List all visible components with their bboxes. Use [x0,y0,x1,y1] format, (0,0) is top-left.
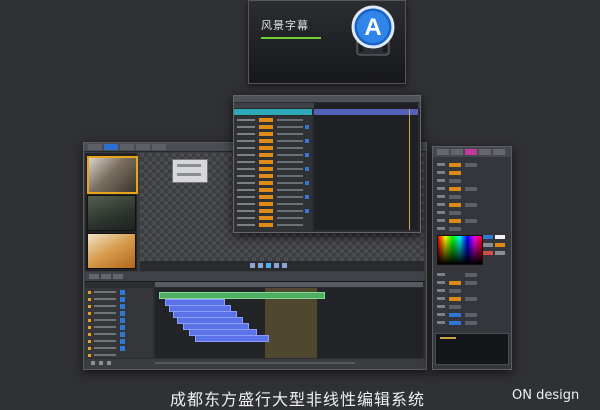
track-header[interactable] [88,290,150,295]
timeline-footer [85,359,425,367]
property-field[interactable] [435,313,507,317]
property-row[interactable] [237,153,309,157]
text-input-area[interactable] [435,333,509,365]
track-header[interactable] [88,311,150,316]
tab-5[interactable] [152,144,166,150]
tab-3[interactable] [120,144,134,150]
props-tab-5[interactable] [493,149,505,155]
stop-icon[interactable] [258,263,263,268]
property-row[interactable] [237,125,309,129]
properties-tabs [433,147,511,157]
props-tab-2[interactable] [451,149,463,155]
clip-thumbnail-list [85,153,138,271]
timeline-ruler[interactable] [155,282,423,287]
property-row[interactable] [237,167,309,171]
property-field[interactable] [435,211,507,215]
track-header[interactable] [88,332,150,337]
property-field[interactable] [435,179,507,183]
dialog-title-bar[interactable] [234,96,420,102]
color-swatch[interactable] [483,235,493,239]
timeline-toolbar [85,272,425,282]
svg-text:A: A [364,14,381,41]
rewind-icon[interactable] [250,263,255,268]
play-icon[interactable] [266,263,271,268]
brand-watermark: ON design [512,388,580,403]
timeline-clip[interactable] [159,292,325,299]
property-row[interactable] [237,202,309,206]
props-tab-1[interactable] [437,149,449,155]
property-row[interactable] [237,195,309,199]
splash-title: 风景字幕 [261,19,309,32]
splash-progress-bar [261,37,321,39]
selected-property-row[interactable] [234,109,312,115]
track-header[interactable] [88,297,150,302]
property-row[interactable] [237,139,309,143]
property-row[interactable] [237,174,309,178]
color-swatch[interactable] [483,243,493,247]
keyframe-area[interactable] [314,103,418,230]
thumbnail-1[interactable] [87,156,138,194]
property-field[interactable] [435,321,507,325]
splash-window: 风景字幕 A [248,0,406,84]
selected-keyframe-row[interactable] [314,109,418,115]
property-field[interactable] [435,273,507,277]
property-row[interactable] [237,146,309,150]
property-list [234,116,312,232]
track-header[interactable] [88,318,150,323]
props-tab-3[interactable] [465,149,477,155]
timeline-clip[interactable] [195,335,269,342]
color-swatch[interactable] [495,243,505,247]
property-row[interactable] [237,209,309,213]
property-field[interactable] [435,281,507,285]
property-row[interactable] [237,132,309,136]
properties-lower-section [435,269,509,329]
props-tab-4[interactable] [479,149,491,155]
color-swatch[interactable] [495,235,505,239]
tab-1[interactable] [88,144,102,150]
track-header[interactable] [88,346,150,351]
property-field[interactable] [435,163,507,167]
color-picker[interactable] [437,235,483,265]
property-field[interactable] [435,187,507,191]
subtitle-properties-dialog [233,95,421,233]
letter-a-logo-icon: A [351,5,395,56]
property-row[interactable] [237,216,309,220]
timeline-panel [85,272,425,367]
property-field[interactable] [435,171,507,175]
color-swatches [483,235,507,263]
track-header[interactable] [88,339,150,344]
track-header[interactable] [88,304,150,309]
color-swatch[interactable] [495,251,505,255]
track-header-list [85,288,153,358]
property-field[interactable] [435,289,507,293]
forward-icon[interactable] [274,263,279,268]
property-row[interactable] [237,181,309,185]
context-popup[interactable] [172,159,208,183]
tab-2[interactable] [104,144,118,150]
property-field[interactable] [435,219,507,223]
property-field[interactable] [435,297,507,301]
property-field[interactable] [435,195,507,199]
property-field[interactable] [435,203,507,207]
color-swatch[interactable] [483,251,493,255]
property-field[interactable] [435,227,507,231]
loop-icon[interactable] [282,263,287,268]
transport-bar [140,261,424,271]
property-row[interactable] [237,188,309,192]
properties-panel [432,146,512,370]
thumbnail-3[interactable] [87,233,136,269]
property-row[interactable] [237,223,309,227]
property-field[interactable] [435,305,507,309]
property-row[interactable] [237,118,309,122]
track-header[interactable] [88,325,150,330]
keyframe-cursor[interactable] [409,109,410,230]
property-row[interactable] [237,160,309,164]
track-header[interactable] [88,354,150,357]
tab-4[interactable] [136,144,150,150]
caption-text: 成都东方盛行大型非线性编辑系统 [170,390,426,409]
thumbnail-2[interactable] [87,195,136,231]
